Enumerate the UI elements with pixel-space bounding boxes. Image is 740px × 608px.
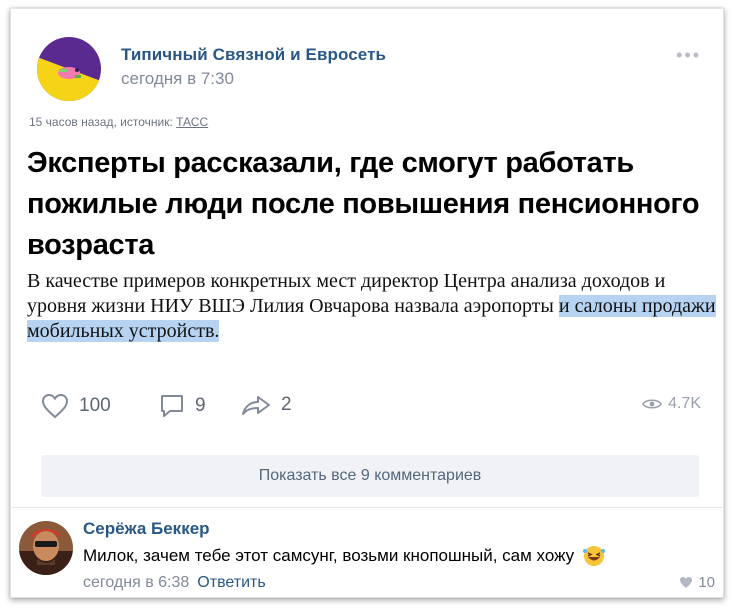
heart-icon	[41, 393, 69, 419]
views-count: 4.7K	[668, 395, 701, 412]
reply-button[interactable]: Ответить	[197, 574, 265, 591]
post-card: Типичный Связной и Евросеть сегодня в 7:…	[10, 8, 724, 598]
comments-count: 9	[195, 395, 206, 416]
post-headline: Эксперты рассказали, где смогут работать…	[27, 147, 700, 261]
post-time-text: сегодня в 7:30	[121, 69, 234, 88]
comment-like-button[interactable]: 10	[679, 574, 715, 591]
post-time[interactable]: сегодня в 7:30	[121, 69, 238, 89]
comment-author-avatar[interactable]	[19, 521, 73, 575]
share-button[interactable]: 2	[241, 393, 292, 417]
comment-text: Милок, зачем тебе этот самсунг, возьми к…	[83, 546, 575, 565]
source-link[interactable]: ТАСС	[176, 115, 208, 129]
likes-count: 100	[79, 395, 111, 416]
comment-likes-count: 10	[698, 574, 715, 591]
source-prefix: 15 часов назад, источник:	[29, 115, 177, 129]
post-actions: 100 9 2 4.7K	[41, 387, 711, 423]
avatar-photo-icon	[19, 521, 73, 575]
views-counter: 4.7K	[642, 395, 701, 413]
comment-time[interactable]: сегодня в 6:38	[83, 574, 189, 591]
source-line: 15 часов назад, источник: ТАСС	[29, 115, 208, 129]
group-avatar[interactable]	[37, 37, 101, 101]
comment-author[interactable]: Серёжа Беккер	[83, 519, 210, 539]
shares-count: 2	[281, 394, 292, 415]
divider	[11, 507, 723, 508]
comment-button[interactable]: 9	[159, 393, 206, 419]
comment-text-row: Милок, зачем тебе этот самсунг, возьми к…	[83, 545, 606, 567]
group-logo-icon	[37, 37, 101, 101]
share-arrow-icon	[242, 396, 270, 415]
like-button[interactable]: 100	[41, 393, 111, 419]
comment-meta: сегодня в 6:38 Ответить	[83, 574, 266, 592]
eye-icon	[642, 399, 663, 409]
post-body: В качестве примеров конкретных мест дире…	[27, 269, 717, 344]
heart-filled-icon	[680, 577, 693, 588]
rofl-emoji-icon	[583, 546, 606, 566]
show-all-comments-button[interactable]: Показать все 9 комментариев	[41, 455, 699, 497]
group-name[interactable]: Типичный Связной и Евросеть	[121, 45, 386, 65]
more-options-icon[interactable]: •••	[676, 45, 701, 66]
comment-bubble-icon	[161, 395, 183, 417]
